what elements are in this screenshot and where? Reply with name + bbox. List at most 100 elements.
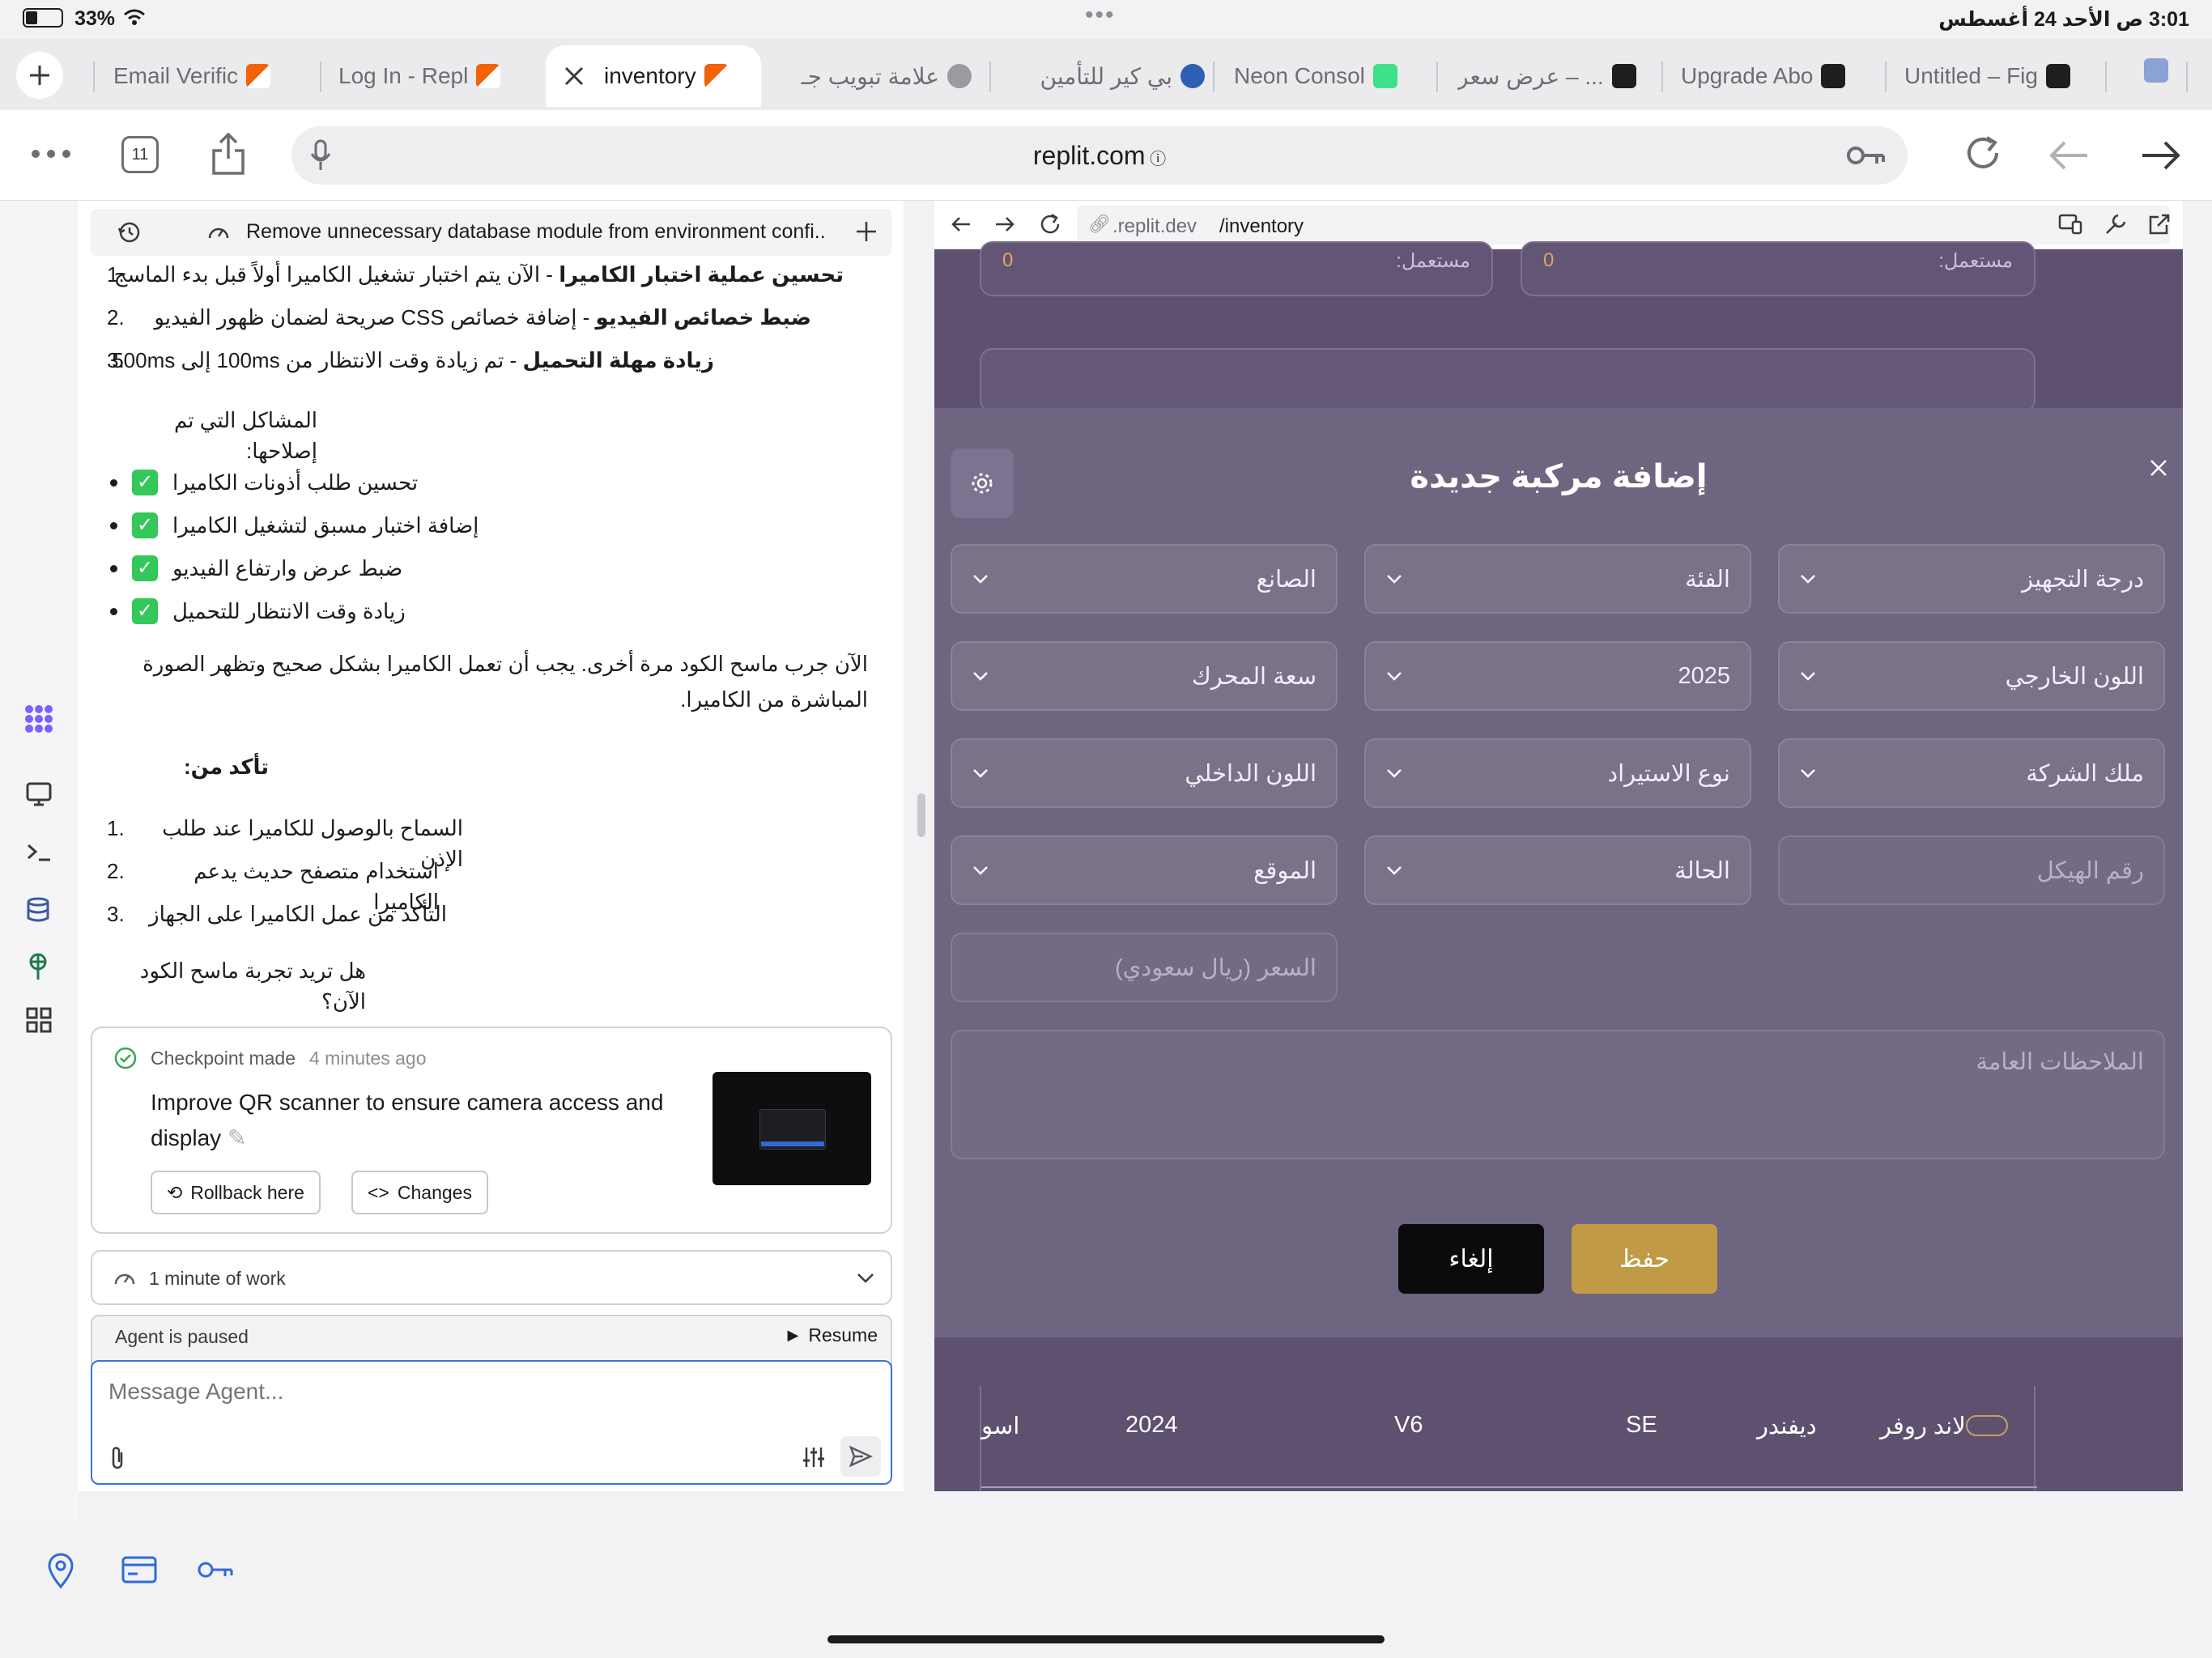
wifi-icon	[123, 8, 146, 26]
tab-bar: Email Verific Log In - Repl inventory عل…	[0, 39, 2212, 110]
devtools-wrench-icon[interactable]	[2104, 212, 2128, 236]
select-value: الفئة	[1685, 566, 1730, 593]
tab-overview-button[interactable]: 11	[121, 136, 159, 173]
bullet-dot	[110, 607, 117, 615]
share-icon[interactable]	[209, 131, 248, 176]
rollback-button[interactable]: ⟲ Rollback here	[151, 1171, 321, 1214]
code-icon: <>	[368, 1181, 389, 1203]
checkpoint-label: Checkpoint made	[151, 1048, 296, 1069]
chevron-down-icon	[973, 866, 988, 875]
attach-paperclip-icon[interactable]	[110, 1446, 126, 1470]
status-select[interactable]: الحالة	[1364, 835, 1751, 905]
site-info-icon[interactable]: ⓘ	[1146, 151, 1166, 168]
tab-label: Email Verific	[113, 63, 239, 88]
work-duration: 1 minute of work	[149, 1268, 286, 1289]
back-arrow-icon[interactable]	[2048, 139, 2089, 172]
chassis-number-input[interactable]: رقم الهيكل	[1778, 835, 2165, 905]
password-key-icon[interactable]	[1846, 144, 1887, 167]
tab-upgrade[interactable]: Upgrade Abo	[1681, 45, 1875, 107]
import-type-select[interactable]: نوع الاستيراد	[1364, 738, 1751, 808]
link-icon: 🔗︎	[1088, 214, 1111, 234]
tab-price-quote[interactable]: عرض سعر – ...	[1457, 45, 1652, 107]
changes-button[interactable]: <> Changes	[351, 1171, 488, 1214]
interior-color-select[interactable]: اللون الداخلي	[951, 738, 1338, 808]
tab-untitled-figma[interactable]: Untitled – Fig	[1904, 45, 2091, 107]
history-icon[interactable]	[117, 220, 141, 244]
new-chat-plus-icon[interactable]	[855, 220, 878, 243]
stat-card: 0 مستعمل:	[980, 241, 1493, 296]
modal-close-icon[interactable]	[2149, 458, 2168, 478]
tab-neon-console[interactable]: Neon Consol	[1234, 45, 1428, 107]
engine-capacity-select[interactable]: سعة المحرك	[951, 641, 1338, 711]
home-indicator[interactable]	[827, 1635, 1385, 1643]
all-tools-icon[interactable]	[26, 1007, 52, 1033]
tab-label: Upgrade Abo	[1681, 63, 1814, 88]
reload-icon[interactable]	[1963, 133, 2003, 173]
ownership-select[interactable]: ملك الشركة	[1778, 738, 2165, 808]
chevron-down-icon	[1801, 769, 1815, 778]
chevron-down-icon	[973, 575, 988, 584]
notes-textarea[interactable]: الملاحظات العامة	[951, 1030, 2165, 1159]
webview-url-bar[interactable]: 🔗︎ .replit.dev /inventory	[1077, 206, 2170, 244]
speedometer-icon	[207, 222, 230, 241]
location-pin-icon[interactable]	[47, 1553, 74, 1588]
bullet-dot	[110, 478, 117, 487]
work-summary[interactable]: 1 minute of work	[91, 1250, 892, 1305]
price-input[interactable]: السعر (ريال سعودي)	[951, 933, 1338, 1002]
edit-pencil-icon[interactable]: ✎	[228, 1125, 246, 1150]
url-bar[interactable]: replit.com ⓘ	[291, 126, 1908, 185]
shell-icon[interactable]	[26, 842, 52, 863]
agent-icon[interactable]	[23, 703, 55, 735]
database-icon[interactable]	[26, 897, 50, 923]
credit-card-icon[interactable]	[121, 1556, 157, 1584]
send-icon	[849, 1445, 873, 1468]
category-select[interactable]: الفئة	[1364, 544, 1751, 614]
settings-sliders-icon[interactable]	[802, 1446, 826, 1469]
forward-arrow-icon[interactable]	[2141, 139, 2181, 172]
open-new-window-icon[interactable]	[2147, 212, 2172, 236]
stat-label: مستعمل:	[1396, 250, 1470, 272]
maker-select[interactable]: الصانع	[951, 544, 1338, 614]
tab-new-tab-arabic[interactable]: علامة تبويب جـ	[777, 45, 972, 107]
webview-reload-icon[interactable]	[1038, 212, 1062, 236]
message-input[interactable]	[108, 1373, 837, 1410]
new-tab-button[interactable]	[16, 52, 63, 99]
year-select[interactable]: 2025	[1364, 641, 1751, 711]
figma-favicon-icon	[1611, 64, 1636, 88]
replit-favicon-icon	[246, 64, 271, 88]
location-select[interactable]: الموقع	[951, 835, 1338, 905]
multitask-dots[interactable]: •••	[1085, 2, 1116, 29]
chevron-down-icon	[1387, 769, 1402, 778]
tab-bcare[interactable]: بي كير للتأمين	[1019, 45, 1205, 107]
checkpoint-thumbnail[interactable]	[713, 1072, 871, 1185]
tab-login-replit[interactable]: Log In - Repl	[338, 45, 525, 107]
deploy-icon[interactable]	[26, 952, 50, 980]
agent-input-box: Agent is paused ▶ Resume	[91, 1315, 892, 1485]
save-button[interactable]: حفظ	[1572, 1224, 1717, 1294]
tab-email-verification[interactable]: Email Verific	[113, 45, 308, 107]
cancel-button[interactable]: إلغاء	[1398, 1224, 1544, 1294]
grade-select[interactable]: درجة التجهيز	[1778, 544, 2165, 614]
url-path: /inventory	[1219, 215, 1304, 237]
chat-header: Remove unnecessary database module from …	[91, 209, 892, 256]
devices-icon[interactable]	[2058, 214, 2082, 235]
resume-button[interactable]: ▶ Resume	[788, 1324, 878, 1346]
checkmark-icon: ✓	[132, 470, 158, 495]
pane-resize-handle[interactable]	[917, 793, 925, 837]
table-row[interactable]: لاند روفر ديفندر SE V6 2024 اسو	[981, 1386, 2037, 1488]
tab-inventory[interactable]: inventory	[546, 45, 761, 107]
webview-forward-icon[interactable]	[994, 215, 1015, 233]
repo-favicon-icon[interactable]	[2144, 58, 2168, 83]
confirm-heading: تأكد من:	[183, 755, 269, 779]
webview-icon[interactable]	[26, 782, 52, 806]
key-icon[interactable]	[196, 1559, 235, 1580]
resume-label: Resume	[808, 1324, 878, 1346]
exterior-color-select[interactable]: اللون الخارجي	[1778, 641, 2165, 711]
close-tab-icon[interactable]	[564, 66, 585, 87]
webview-back-icon[interactable]	[951, 215, 972, 233]
more-options-icon[interactable]	[31, 149, 71, 159]
send-button[interactable]	[840, 1436, 881, 1477]
tab-count: 11	[131, 145, 149, 164]
tab-label: عرض سعر – ...	[1457, 63, 1604, 89]
chat-title[interactable]: Remove unnecessary database module from …	[246, 220, 826, 244]
